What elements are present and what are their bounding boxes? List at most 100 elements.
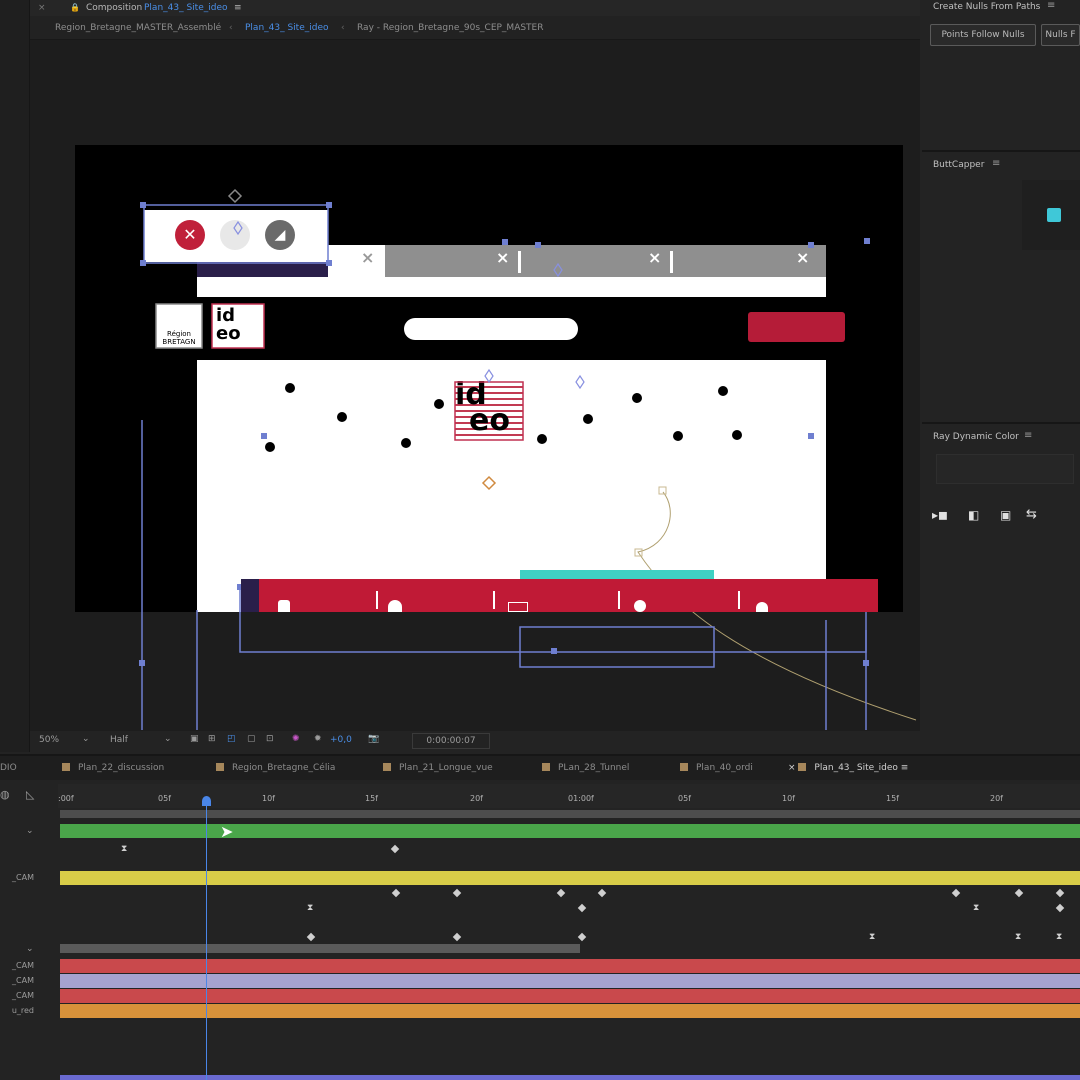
layer-bar-blue[interactable] [60, 1075, 1080, 1080]
nav-separator [738, 591, 740, 609]
keyframe[interactable] [391, 888, 401, 898]
keyframe-hold[interactable]: ⧗ [307, 903, 313, 913]
square-icon[interactable]: ▣ [1000, 508, 1011, 522]
label-swatch [798, 763, 807, 771]
quality-select[interactable]: Half [110, 735, 128, 745]
keyframe-hold[interactable]: ⧗ [869, 932, 875, 942]
label-swatch [62, 763, 70, 771]
panel-label: Composition [86, 3, 143, 13]
keyframe[interactable] [1055, 903, 1065, 913]
layer-bar-red-2[interactable] [60, 989, 1080, 1003]
keyframe[interactable] [452, 888, 462, 898]
tab-plan-40[interactable]: Plan_40_ordi [680, 756, 753, 780]
zoom-select[interactable]: 50% [39, 735, 59, 745]
butt-cap-icon[interactable] [1047, 208, 1061, 222]
target-icon [634, 600, 646, 612]
layer-name[interactable]: u_red [0, 1006, 38, 1015]
keyframe[interactable] [577, 932, 587, 942]
close-icon[interactable]: × [788, 763, 796, 773]
chevron-down-icon[interactable]: ⌄ [164, 734, 172, 744]
keyframe[interactable] [306, 932, 316, 942]
layer-name[interactable]: _CAM [0, 961, 38, 970]
tab-plan-21[interactable]: Plan_21_Longue_vue [383, 756, 493, 780]
keyframe[interactable] [951, 888, 961, 898]
keyframe-hold[interactable]: ⧗ [973, 903, 979, 913]
points-follow-nulls-button[interactable]: Points Follow Nulls [930, 24, 1036, 46]
keyframe[interactable] [556, 888, 566, 898]
keyframe[interactable] [597, 888, 607, 898]
playhead-line[interactable] [206, 798, 207, 1080]
tab-plan-22[interactable]: Plan_22_discussion [62, 756, 164, 780]
tab-plan-28[interactable]: PLan_28_Tunnel [542, 756, 629, 780]
keyframe[interactable] [390, 844, 400, 854]
playhead-handle[interactable] [202, 796, 211, 806]
panel-menu-icon[interactable]: ≡ [234, 0, 242, 16]
work-area-bar[interactable] [60, 810, 1080, 818]
chevron-down-icon[interactable]: ⌄ [26, 944, 34, 954]
layer-bar-lavender[interactable] [60, 974, 1080, 988]
keyframe-hold[interactable]: ⧗ [1015, 932, 1021, 942]
lock-icon[interactable]: 🔒 [70, 0, 80, 16]
motion-blur-icon[interactable]: ◺ [26, 788, 34, 801]
chevron-down-icon[interactable]: ⌄ [82, 734, 90, 744]
breadcrumb-item-current[interactable]: Plan_43_ Site_ideo [245, 16, 329, 40]
layer-name[interactable]: _CAM [0, 873, 38, 882]
layer-bounds [141, 204, 867, 730]
nulls-follow-points-button[interactable]: Nulls F [1041, 24, 1080, 46]
layer-bar-yellow[interactable] [60, 871, 1080, 885]
layer-name[interactable]: _CAM [0, 991, 38, 1000]
panel-title: Ray Dynamic Color [933, 432, 1019, 442]
link-icon[interactable]: ▸◼ [932, 508, 948, 522]
composition-name[interactable]: Plan_43_ Site_ideo [144, 0, 228, 16]
close-icon[interactable]: × [38, 0, 46, 16]
keyframe[interactable] [1014, 888, 1024, 898]
ruler-tick: 05f [678, 794, 691, 803]
layer-bar-grey[interactable] [60, 944, 580, 953]
exposure-icon[interactable]: ✹ [314, 734, 322, 744]
layer-name[interactable]: _CAM [0, 976, 38, 985]
tab-dio[interactable]: DIO [0, 756, 17, 780]
timecode-display[interactable]: 0:00:00:07 [412, 733, 490, 749]
keyframe[interactable] [452, 932, 462, 942]
hierarchy-icon[interactable]: ◧ [968, 508, 979, 522]
ray-dynamic-color-panel: Ray Dynamic Color ≡ ▸◼ ◧ ▣ ⇆ [922, 430, 1080, 752]
camera-icon[interactable]: 📷 [368, 734, 379, 744]
keyframe[interactable] [1055, 888, 1065, 898]
panel-menu-icon[interactable]: ≡ [1047, 0, 1055, 11]
null-handle [658, 486, 667, 495]
particle-layer [139, 188, 917, 730]
channel-icon[interactable]: ⊡ [266, 734, 274, 744]
breadcrumb-item-master[interactable]: Region_Bretagne_MASTER_Assemblé [55, 16, 221, 40]
layer-bar-green[interactable] [60, 824, 1080, 838]
palette-dropdown[interactable] [936, 454, 1074, 484]
bottom-nav-bar [259, 579, 878, 612]
graph-editor-icon[interactable]: ◍ [0, 788, 10, 801]
keyframe-hold[interactable]: ⧗ [121, 844, 127, 854]
breadcrumb-item-ray[interactable]: Ray - Region_Bretagne_90s_CEP_MASTER [357, 16, 544, 40]
exposure-value[interactable]: +0,0 [330, 735, 352, 745]
ruler-tick: 10f [782, 794, 795, 803]
safe-area-icon[interactable]: ▢ [247, 734, 256, 744]
layer-bar-red[interactable] [60, 959, 1080, 973]
swap-icon[interactable]: ⇆ [1026, 507, 1037, 522]
chevron-down-icon[interactable]: ⌄ [26, 826, 34, 836]
panel-menu-icon[interactable]: ≡ [1024, 430, 1032, 441]
layer-bar-orange[interactable] [60, 1004, 1080, 1018]
fit-icon[interactable]: ▣ [190, 734, 199, 744]
keyframe-hold[interactable]: ⧗ [1056, 932, 1062, 942]
mask-icon[interactable]: ◰ [227, 734, 236, 744]
tab-plan-43[interactable]: × Plan_43_ Site_ideo ≡ [788, 756, 908, 780]
create-nulls-panel: Create Nulls From Paths ≡ Points Follow … [922, 0, 1080, 152]
viewer-controls: 50% ⌄ Half ⌄ ▣ ⊞ ◰ ▢ ⊡ ✺ ✹ +0,0 📷 0:00:0… [30, 731, 920, 752]
keyframe[interactable] [577, 903, 587, 913]
time-ruler[interactable]: :00f 05f 10f 15f 20f 01:00f 05f 10f 15f … [58, 784, 1080, 808]
color-icon[interactable]: ✺ [292, 734, 300, 744]
panel-title: Create Nulls From Paths [933, 2, 1041, 12]
grid-icon[interactable]: ⊞ [208, 734, 216, 744]
mouse-cursor-icon: ➤ [220, 822, 234, 841]
tab-region-bretagne[interactable]: Region_Bretagne_Célia [216, 756, 335, 780]
composition-panel: × 🔒 Composition Plan_43_ Site_ideo ≡ Reg… [30, 0, 920, 752]
panel-menu-icon[interactable]: ≡ [992, 158, 1000, 169]
buttcapper-panel: ButtCapper ≡ [922, 158, 1080, 424]
composition-viewer[interactable]: × × × × ✕ ◢ Région BRETAGN id eo id eo [30, 40, 920, 731]
